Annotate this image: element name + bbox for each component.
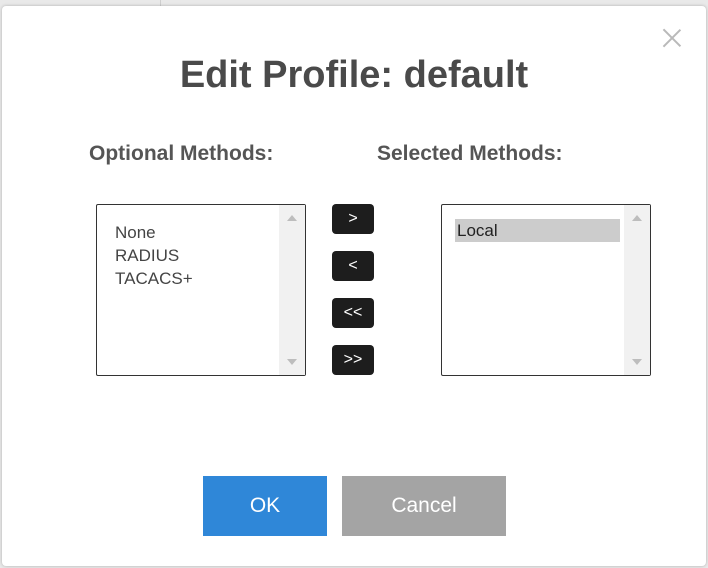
- list-item-radius[interactable]: RADIUS: [113, 244, 275, 267]
- selected-methods-items: Local: [455, 219, 620, 242]
- edit-profile-dialog: Edit Profile: default Optional Methods: …: [2, 6, 706, 566]
- add-selected-button[interactable]: >: [332, 204, 374, 234]
- add-all-button[interactable]: >>: [332, 345, 374, 375]
- remove-all-button[interactable]: <<: [332, 298, 374, 328]
- list-item-tacacs[interactable]: TACACS+: [113, 267, 275, 290]
- ok-button[interactable]: OK: [203, 476, 327, 536]
- scroll-up-icon[interactable]: [632, 215, 642, 221]
- dialog-title: Edit Profile: default: [179, 54, 529, 96]
- list-item-none[interactable]: None: [113, 221, 275, 244]
- optional-methods-items: None RADIUS TACACS+: [113, 221, 275, 290]
- cancel-button[interactable]: Cancel: [342, 476, 506, 536]
- optional-methods-list[interactable]: None RADIUS TACACS+: [96, 204, 306, 376]
- close-icon[interactable]: [660, 26, 684, 50]
- scroll-up-icon[interactable]: [287, 215, 297, 221]
- remove-selected-button[interactable]: <: [332, 251, 374, 281]
- optional-methods-label: Optional Methods:: [89, 142, 274, 165]
- selected-methods-label: Selected Methods:: [377, 142, 563, 165]
- optional-list-scrollbar[interactable]: [279, 205, 305, 375]
- list-item-local[interactable]: Local: [455, 219, 620, 242]
- selected-list-scrollbar[interactable]: [624, 205, 650, 375]
- scroll-down-icon[interactable]: [632, 359, 642, 365]
- scroll-down-icon[interactable]: [287, 359, 297, 365]
- selected-methods-list[interactable]: Local: [441, 204, 651, 376]
